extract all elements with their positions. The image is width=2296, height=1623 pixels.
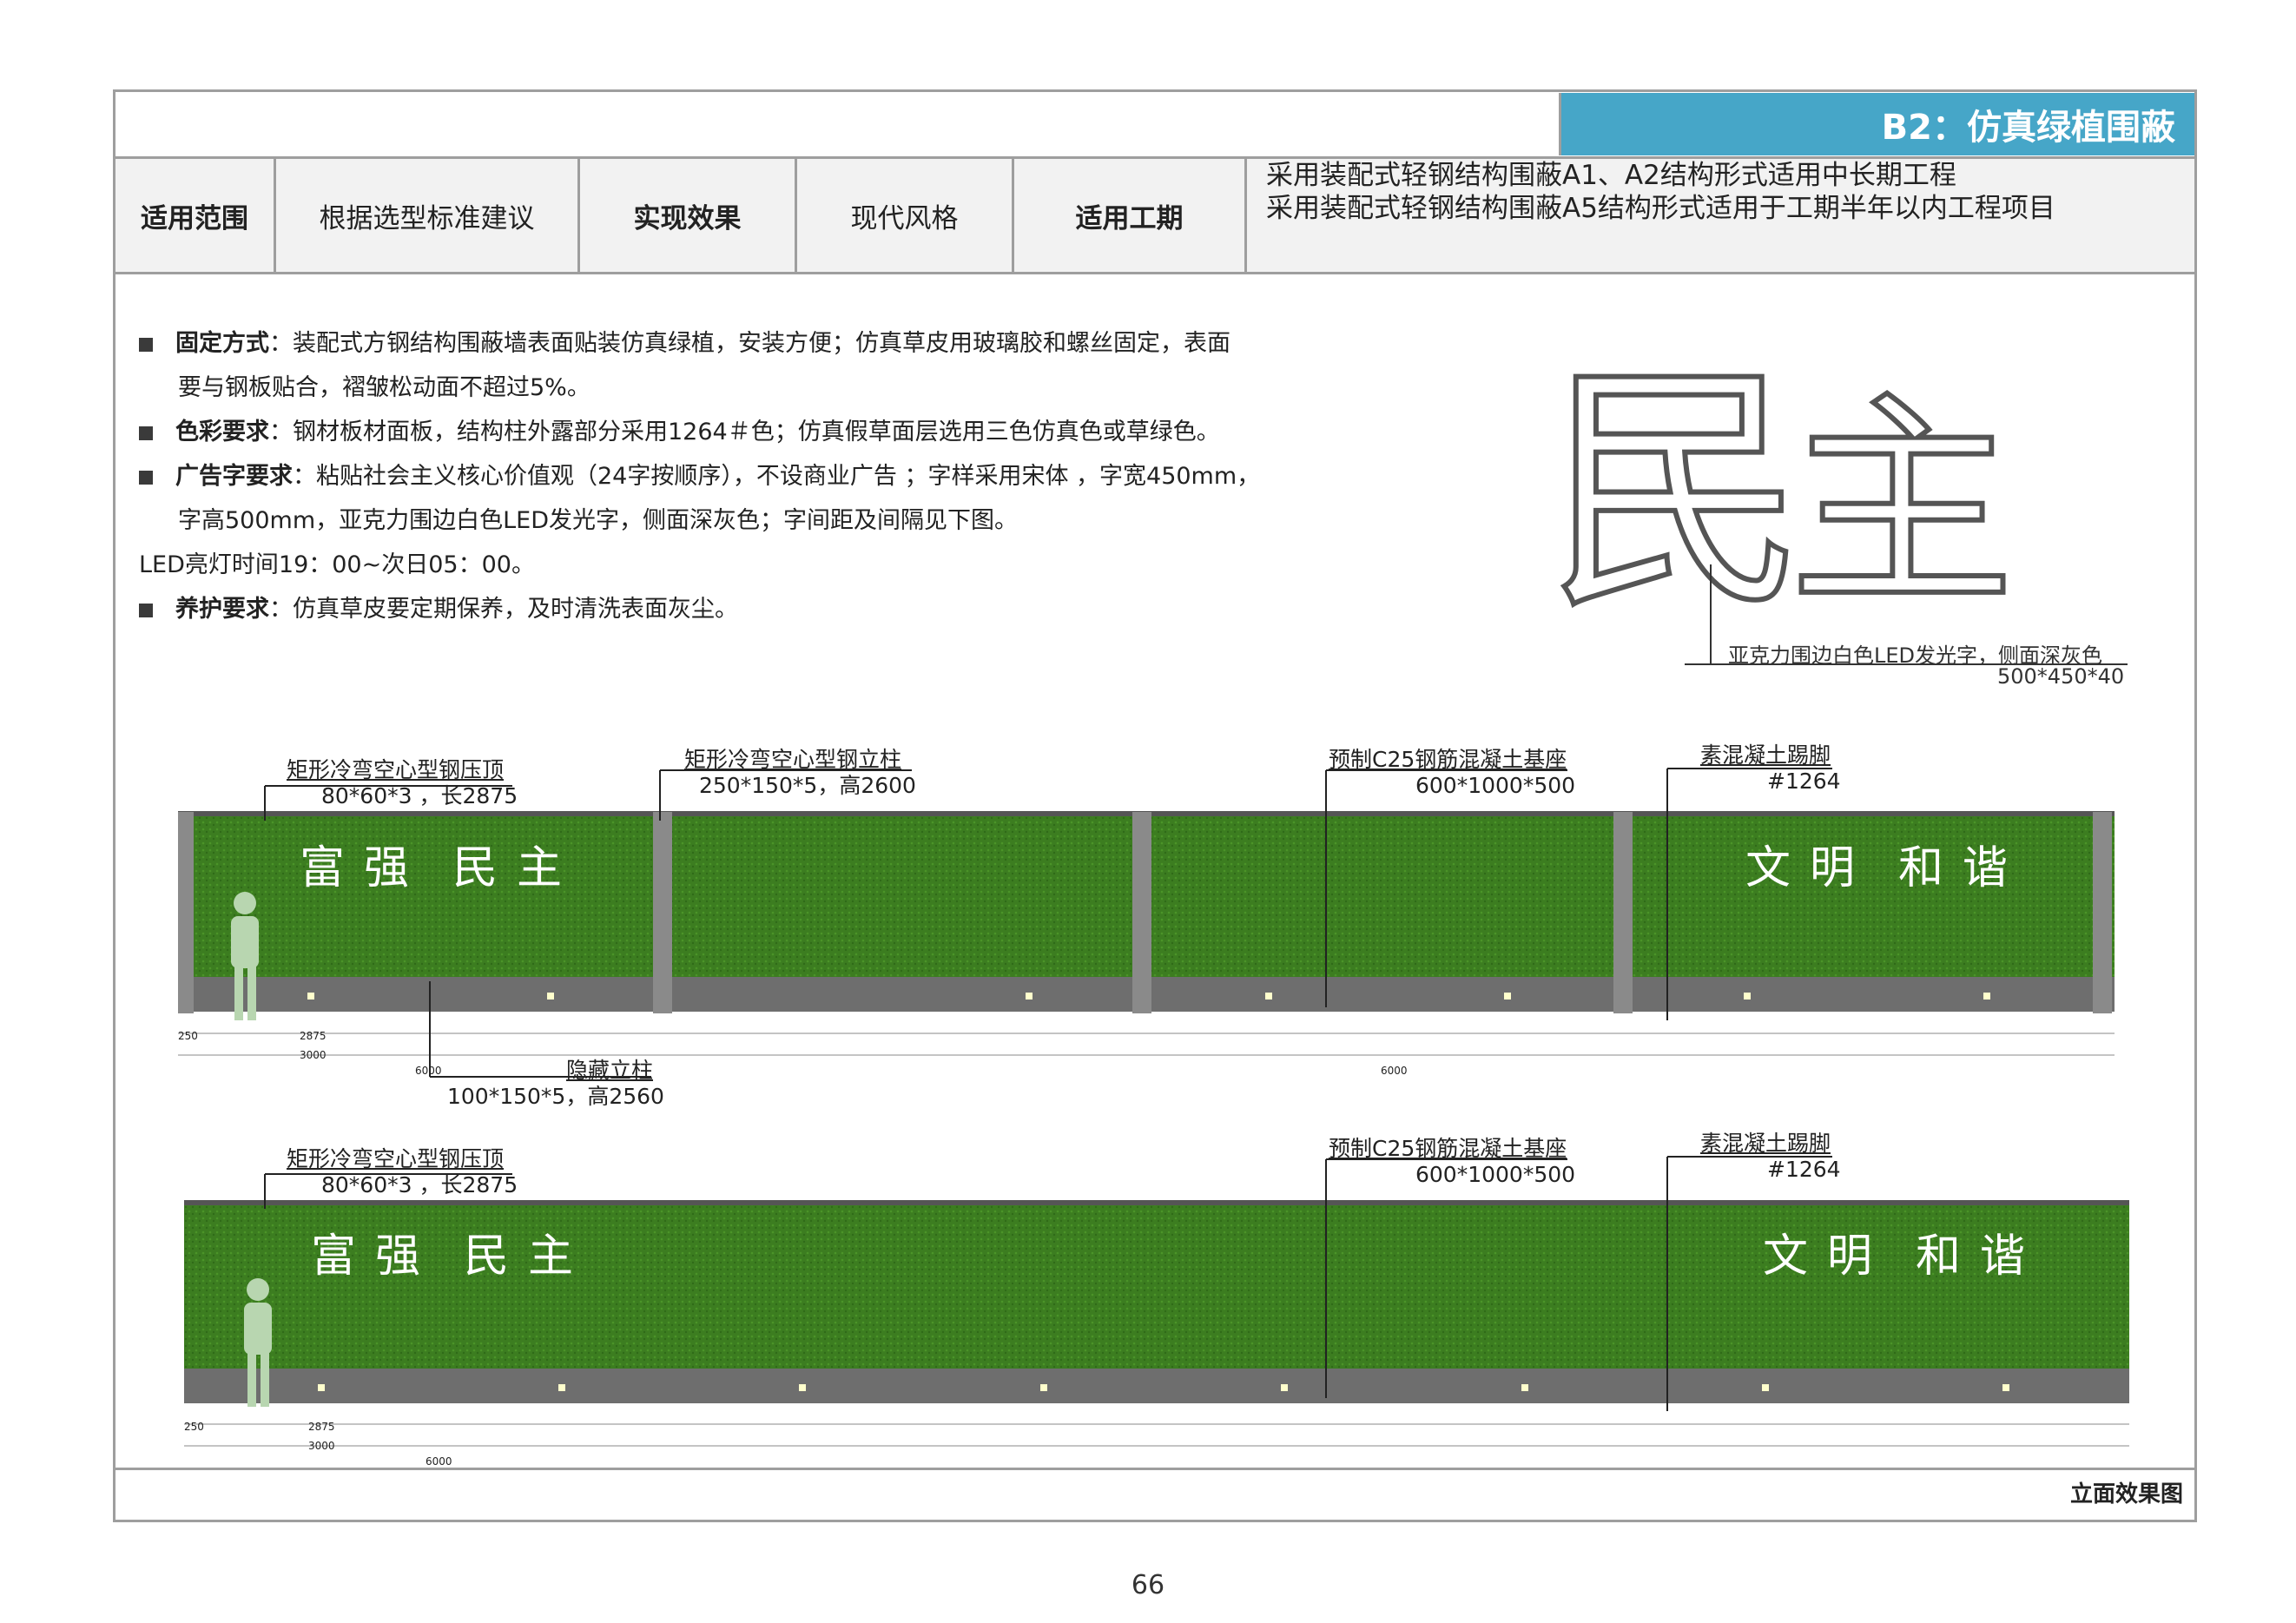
elev2-base-spec: 600*1000*500	[1415, 1162, 1576, 1187]
elev1-base-label: 预制C25钢筋混凝土基座	[1329, 747, 1567, 772]
dim-label: 6000	[426, 1455, 452, 1468]
elev1-kick-label: 素混凝土踢脚	[1700, 742, 1831, 768]
elev2-kick-label: 素混凝土踢脚	[1700, 1131, 1831, 1156]
elevation-drawings	[178, 768, 2129, 1447]
column	[653, 812, 672, 1013]
elevation-1	[178, 768, 2115, 1078]
elev2-top-cap-label: 矩形冷弯空心型钢压顶	[287, 1146, 505, 1171]
elev1-words-right: 文明 和谐	[1745, 842, 2028, 894]
elev1-hidden-spec: 100*150*5，高2560	[447, 1084, 664, 1109]
elev1-top-cap-label: 矩形冷弯空心型钢压顶	[287, 757, 505, 782]
elev1-top-cap-spec: 80*60*3 ，长2875	[321, 783, 518, 808]
elev1-base-spec: 600*1000*500	[1415, 773, 1576, 798]
elev2-kick-spec: #1264	[1767, 1157, 1841, 1182]
elev2-top-cap-spec: 80*60*3 ，长2875	[321, 1172, 518, 1197]
page-number: 66	[1131, 1570, 1165, 1600]
dim-label: 3000	[300, 1049, 327, 1061]
elev2-words-left: 富强 民主	[311, 1230, 593, 1283]
column	[1613, 812, 1633, 1013]
dim-label: 250	[184, 1421, 204, 1433]
column	[2093, 812, 2112, 1013]
elev1-kick-spec: #1264	[1767, 769, 1841, 794]
base-strip	[184, 1369, 2129, 1403]
column	[178, 812, 194, 1013]
elevation-2	[184, 1156, 2129, 1447]
elev2-words-right: 文明 和谐	[1763, 1230, 2045, 1283]
dim-label: 250	[178, 1030, 198, 1042]
dim-label: 3000	[308, 1440, 335, 1452]
dim-label: 6000	[415, 1065, 442, 1077]
elev1-words-left: 富强 民主	[300, 842, 582, 894]
elev1-hidden-label: 隐藏立柱	[566, 1058, 654, 1083]
top-cap	[184, 1200, 2129, 1205]
elev2-base-label: 预制C25钢筋混凝土基座	[1329, 1136, 1567, 1161]
dim-label: 6000	[1381, 1065, 1408, 1077]
elev1-column-label: 矩形冷弯空心型钢立柱	[684, 747, 902, 772]
elev1-column-spec: 250*150*5，高2600	[699, 773, 916, 798]
figure-caption: 立面效果图	[2069, 1481, 2183, 1508]
column	[1132, 812, 1151, 1013]
caption-divider	[115, 1468, 2194, 1470]
